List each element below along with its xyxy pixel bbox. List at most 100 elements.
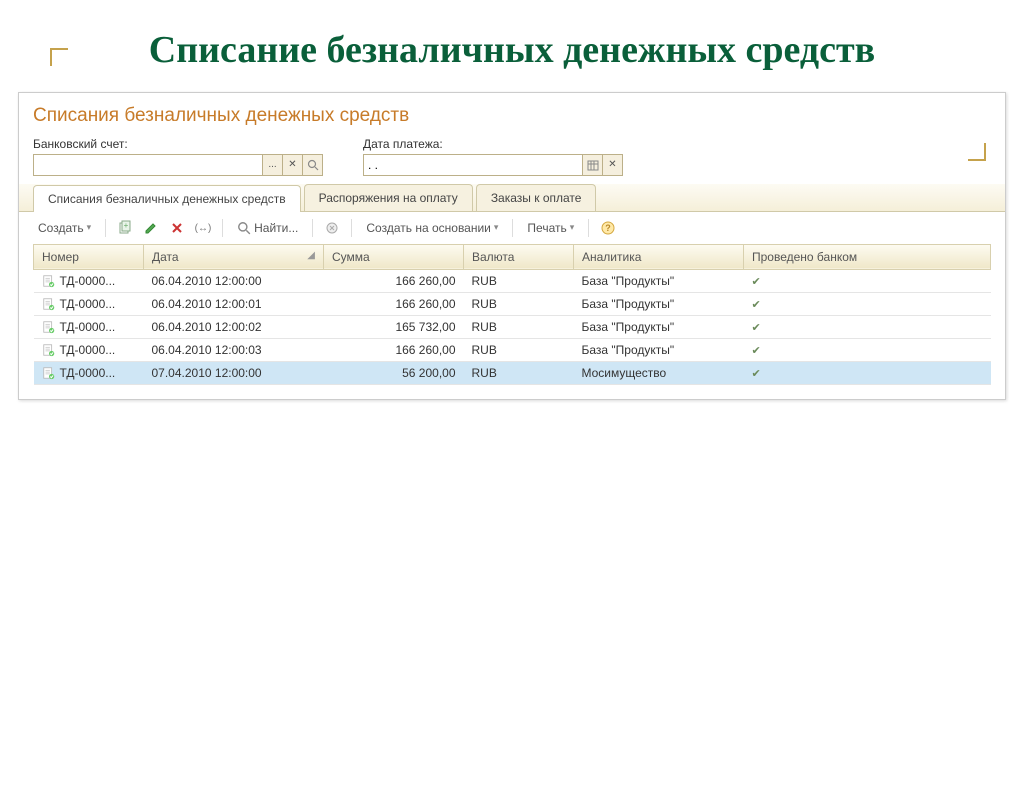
svg-text:?: ? [606,223,612,233]
filter-date-label: Дата платежа: [363,137,623,151]
filter-clear-button[interactable] [322,218,342,238]
table-row[interactable]: ТД-0000...07.04.2010 12:00:0056 200,00RU… [34,361,991,384]
table-row[interactable]: ТД-0000... 06.04.2010 12:00:02165 732,00R… [34,315,991,338]
separator [512,219,513,237]
dropdown-arrow-icon: ▾ [87,222,92,233]
delete-button[interactable] [167,218,187,238]
cell-sum: 166 260,00 [324,269,464,292]
cell-date: 06.04.2010 12:00:01 [144,292,324,315]
account-search-button[interactable] [303,154,323,176]
table-container: Номер Дата◢ Сумма Валюта Аналитика Прове… [19,244,1005,399]
cell-bank: ✔ [744,315,991,338]
cell-analytics: База "Продукты" [574,292,744,315]
col-currency[interactable]: Валюта [464,244,574,269]
cell-analytics: База "Продукты" [574,269,744,292]
tab-label: Заказы к оплате [491,191,582,205]
date-input[interactable] [363,154,583,176]
cell-analytics: Мосимущество [574,361,744,384]
cell-date: 06.04.2010 12:00:02 [144,315,324,338]
cell-number: ТД-0000... [60,274,116,288]
account-clear-button[interactable]: ✕ [283,154,303,176]
col-sum[interactable]: Сумма [324,244,464,269]
filter-account: Банковский счет: ... ✕ [33,137,323,176]
tab-label: Распоряжения на оплату [319,191,458,205]
document-icon [42,274,56,288]
check-icon: ✔ [752,345,761,357]
tab-pay-orders[interactable]: Заказы к оплате [476,184,597,211]
cell-bank: ✔ [744,361,991,384]
print-button[interactable]: Печать ▾ [522,219,579,237]
check-icon: ✔ [752,276,761,288]
copy-button[interactable]: + [115,218,135,238]
dropdown-arrow-icon: ▾ [494,222,499,233]
cell-number: ТД-0000... [60,297,116,311]
account-select-button[interactable]: ... [263,154,283,176]
account-input[interactable] [33,154,263,176]
cell-currency: RUB [464,315,574,338]
cell-currency: RUB [464,269,574,292]
cell-number: ТД-0000... [60,320,116,334]
cell-number: ТД-0000... [60,343,116,357]
cell-date: 06.04.2010 12:00:00 [144,269,324,292]
table-header-row: Номер Дата◢ Сумма Валюта Аналитика Прове… [34,244,991,269]
tab-orders[interactable]: Распоряжения на оплату [304,184,473,211]
check-icon: ✔ [752,299,761,311]
search-icon [237,221,251,235]
delete-icon [169,220,185,236]
separator [222,219,223,237]
panel-title: Списания безналичных денежных средств [19,93,1005,137]
cell-sum: 165 732,00 [324,315,464,338]
copy-icon: + [117,220,133,236]
filter-account-label: Банковский счет: [33,137,323,151]
help-icon: ? [600,220,616,236]
svg-text:+: + [124,221,129,230]
toggle-icon: (↔) [195,220,211,236]
tab-bar: Списания безналичных денежных средств Ра… [19,184,1005,212]
col-bank[interactable]: Проведено банком [744,244,991,269]
cell-bank: ✔ [744,338,991,361]
svg-text:(↔): (↔) [195,223,211,234]
corner-decoration-br [968,143,986,161]
cell-sum: 166 260,00 [324,292,464,315]
col-date[interactable]: Дата◢ [144,244,324,269]
filter-date: Дата платежа: ✕ [363,137,623,176]
table-row[interactable]: ТД-0000...06.04.2010 12:00:03166 260,00R… [34,338,991,361]
create-based-button[interactable]: Создать на основании▾ [361,219,503,237]
app-window: Списания безналичных денежных средств Ба… [18,92,1006,400]
toggle-button[interactable]: (↔) [193,218,213,238]
sort-icon: ◢ [307,250,315,261]
cell-analytics: База "Продукты" [574,338,744,361]
print-label: Печать [527,221,566,235]
dropdown-arrow-icon: ▾ [570,222,575,233]
col-number[interactable]: Номер [34,244,144,269]
find-button[interactable]: Найти... [232,219,303,237]
date-clear-button[interactable]: ✕ [603,154,623,176]
document-icon [42,320,56,334]
help-button[interactable]: ? [598,218,618,238]
tab-writeoffs[interactable]: Списания безналичных денежных средств [33,185,301,212]
table-row[interactable]: ТД-0000... 06.04.2010 12:00:01166 260,00R… [34,292,991,315]
find-label: Найти... [254,221,298,235]
edit-button[interactable] [141,218,161,238]
cell-currency: RUB [464,361,574,384]
cell-date: 06.04.2010 12:00:03 [144,338,324,361]
filter-icon [324,220,340,236]
separator [312,219,313,237]
cell-currency: RUB [464,292,574,315]
corner-decoration-tl [50,48,68,66]
slide-title: Списание безналичных денежных средств [50,28,974,74]
documents-table: Номер Дата◢ Сумма Валюта Аналитика Прове… [33,244,991,385]
check-icon: ✔ [752,322,761,334]
separator [351,219,352,237]
col-analytics[interactable]: Аналитика [574,244,744,269]
table-row[interactable]: ТД-0000... 06.04.2010 12:00:00166 260,00R… [34,269,991,292]
cell-sum: 166 260,00 [324,338,464,361]
pencil-icon [143,220,159,236]
calendar-icon [587,159,599,171]
date-calendar-button[interactable] [583,154,603,176]
separator [588,219,589,237]
cell-bank: ✔ [744,292,991,315]
create-button[interactable]: Создать▾ [33,219,96,237]
separator [105,219,106,237]
toolbar: Создать▾ + (↔) Найти... Создать на основ… [19,212,1005,244]
